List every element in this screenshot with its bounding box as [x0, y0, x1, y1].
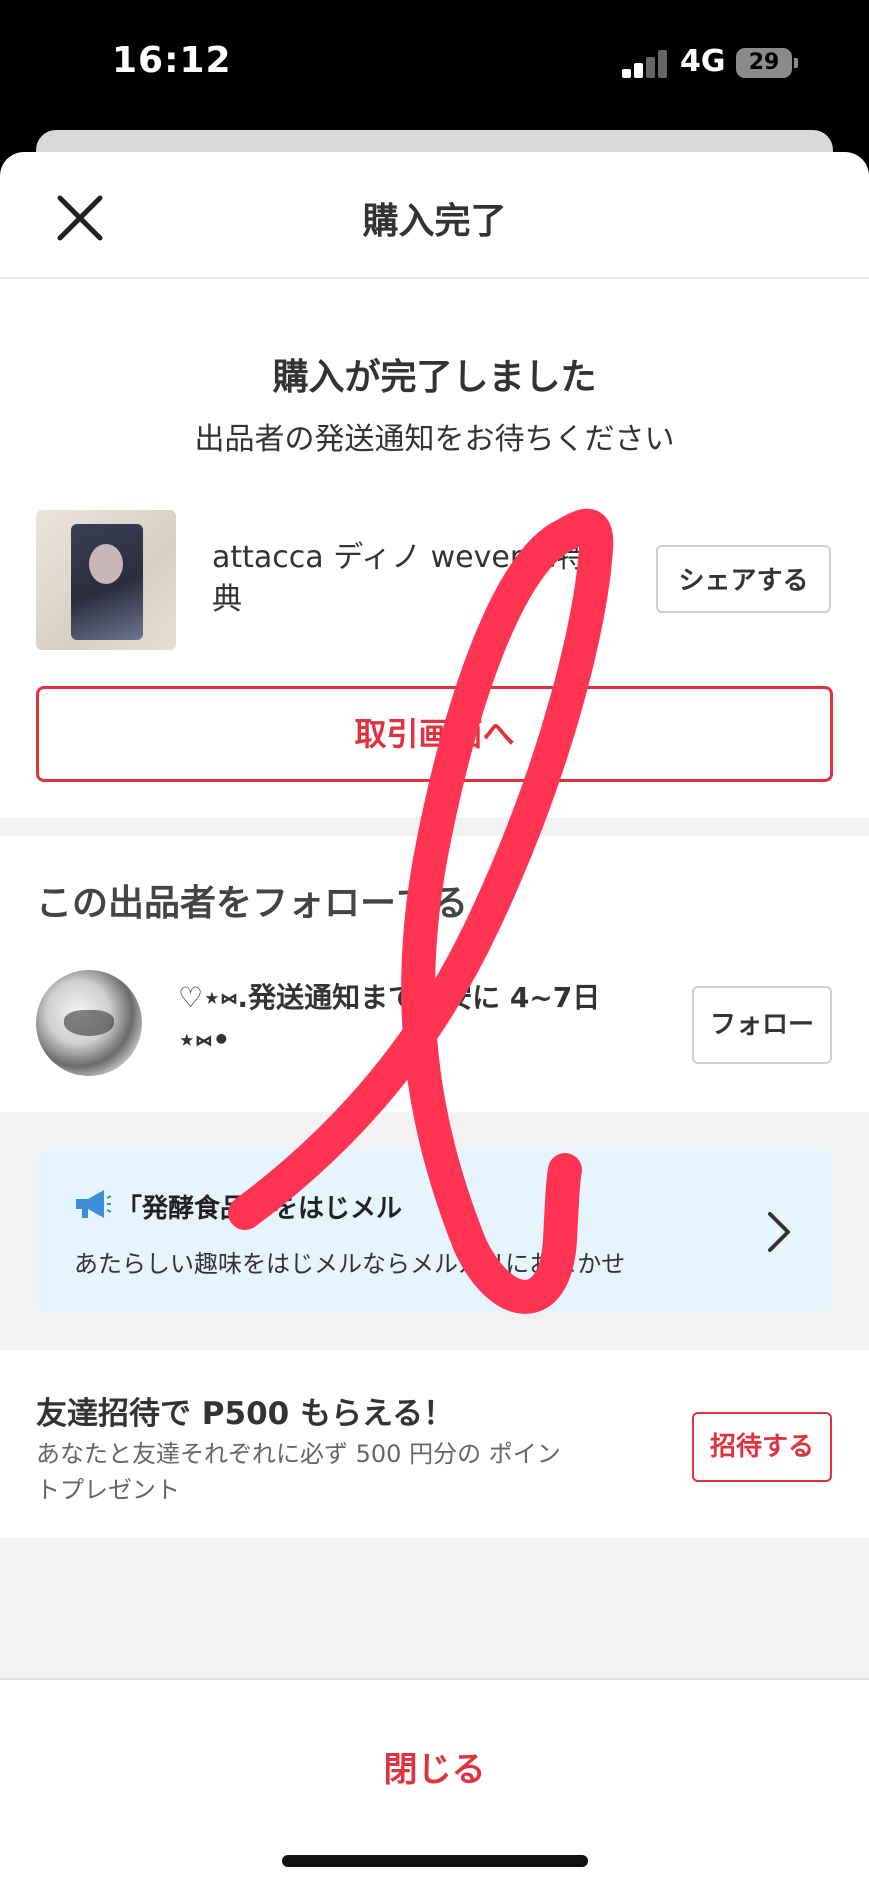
- network-type: 4G: [680, 44, 726, 79]
- banner-text: あたらしい趣味をはじメルならメルカリにおまかせ: [74, 1250, 626, 1278]
- sheet-header: 購入完了: [0, 152, 869, 279]
- invite-title: 友達招待で P500 もらえる！: [36, 1396, 455, 1432]
- seller-avatar[interactable]: [36, 970, 142, 1076]
- seller-name[interactable]: ♡⋆⑅.発送通知まで目安に 4~7日 ⋆⑅•: [178, 977, 618, 1061]
- confirmation-title: 購入が完了しました: [272, 357, 597, 398]
- follow-button[interactable]: フォロー: [692, 986, 832, 1064]
- section-divider: [0, 818, 869, 836]
- status-bar: 16:12 4G 29: [0, 0, 869, 130]
- invite-button[interactable]: 招待する: [692, 1412, 832, 1482]
- promo-banner[interactable]: 「発酵食品」をはじメル あたらしい趣味をはじメルならメルカリにおまかせ: [36, 1150, 833, 1313]
- trade-screen-button[interactable]: 取引画面へ: [36, 686, 833, 782]
- follow-section-title: この出品者をフォローする: [36, 883, 469, 924]
- megaphone-icon: [74, 1188, 112, 1220]
- purchase-complete-sheet: 購入完了 購入が完了しました 出品者の発送通知をお待ちください attacca …: [0, 152, 869, 1884]
- chevron-right-icon: [764, 1208, 794, 1256]
- signal-icon: [622, 50, 670, 78]
- invite-description: あなたと友達それぞれに必ず 500 円分の ポイントプレゼント: [36, 1440, 561, 1504]
- page-title: 購入完了: [362, 201, 507, 242]
- confirmation-subtitle: 出品者の発送通知をお待ちください: [194, 422, 675, 457]
- bottom-spacer: [0, 1538, 869, 1680]
- battery-icon: 29: [736, 48, 792, 78]
- share-button[interactable]: シェアする: [656, 545, 831, 613]
- item-thumbnail[interactable]: [36, 510, 176, 650]
- close-button[interactable]: 閉じる: [0, 1742, 869, 1791]
- home-indicator: [282, 1855, 588, 1867]
- battery-tip: [794, 58, 798, 68]
- photocard-image: [71, 524, 143, 640]
- banner-title: 「発酵食品」をはじメル: [116, 1194, 403, 1224]
- item-title: attacca ディノ weverse特典: [212, 540, 587, 617]
- status-time: 16:12: [112, 40, 232, 81]
